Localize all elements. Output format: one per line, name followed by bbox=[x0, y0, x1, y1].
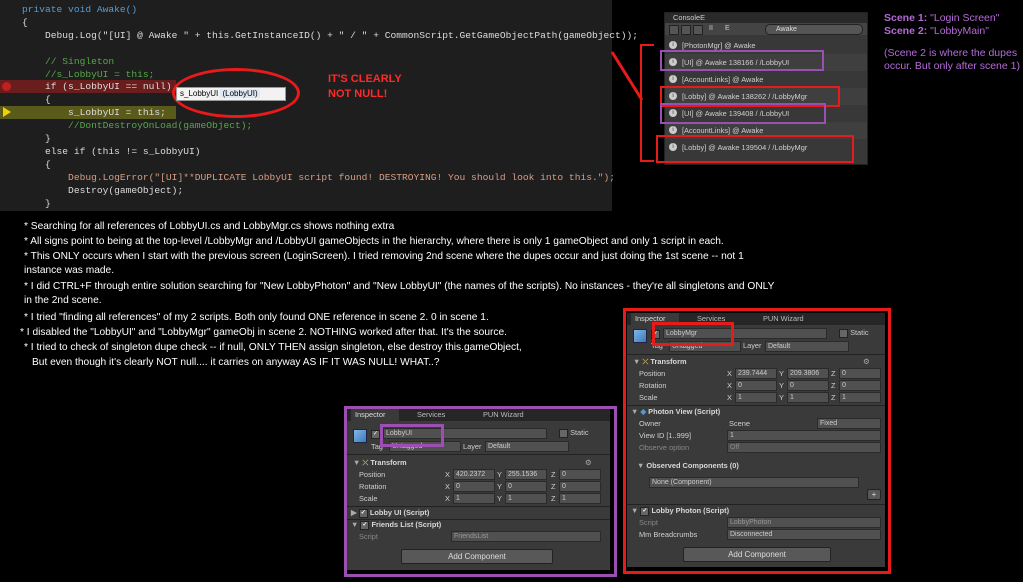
note-2: * All signs point to being at the top-le… bbox=[24, 236, 724, 247]
scene-info: Scene 1: "Login Screen" Scene 2: "LobbyM… bbox=[884, 12, 1020, 73]
note-6: * I disabled the "LobbyUI" and "LobbyMgr… bbox=[20, 327, 507, 338]
highlight-lobbymgr-inspector bbox=[623, 308, 891, 574]
note-3: * This ONLY occurs when I start with the… bbox=[24, 251, 744, 262]
scene2-label: Scene 2: bbox=[884, 25, 928, 37]
note-5: * I tried "finding all references" of my… bbox=[24, 312, 489, 323]
note-4: * I did CTRL+F through entire solution s… bbox=[24, 281, 775, 292]
scene1-label: Scene 1: bbox=[884, 12, 928, 24]
note-7: * I tried to check of singleton dupe che… bbox=[24, 342, 522, 353]
scene1-value: "Login Screen" bbox=[930, 12, 1000, 24]
note-8: But even though it's clearly NOT null...… bbox=[32, 357, 440, 368]
connector-line bbox=[610, 51, 644, 101]
unused-line bbox=[294, 50, 330, 70]
note-3b: instance was made. bbox=[24, 265, 115, 276]
highlight-lobbymgr-name bbox=[652, 322, 734, 346]
note-1: * Searching for all references of LobbyU… bbox=[24, 221, 395, 232]
note-4b: in the 2nd scene. bbox=[24, 295, 102, 306]
scene2-value: "LobbyMain" bbox=[930, 25, 989, 37]
scene2-line: Scene 2: "LobbyMain" bbox=[884, 25, 1020, 38]
scene-note: (Scene 2 is where the dupes occur. But o… bbox=[884, 47, 1020, 72]
highlight-lobbyui-name bbox=[380, 424, 444, 447]
scene1-line: Scene 1: "Login Screen" bbox=[884, 12, 1020, 25]
